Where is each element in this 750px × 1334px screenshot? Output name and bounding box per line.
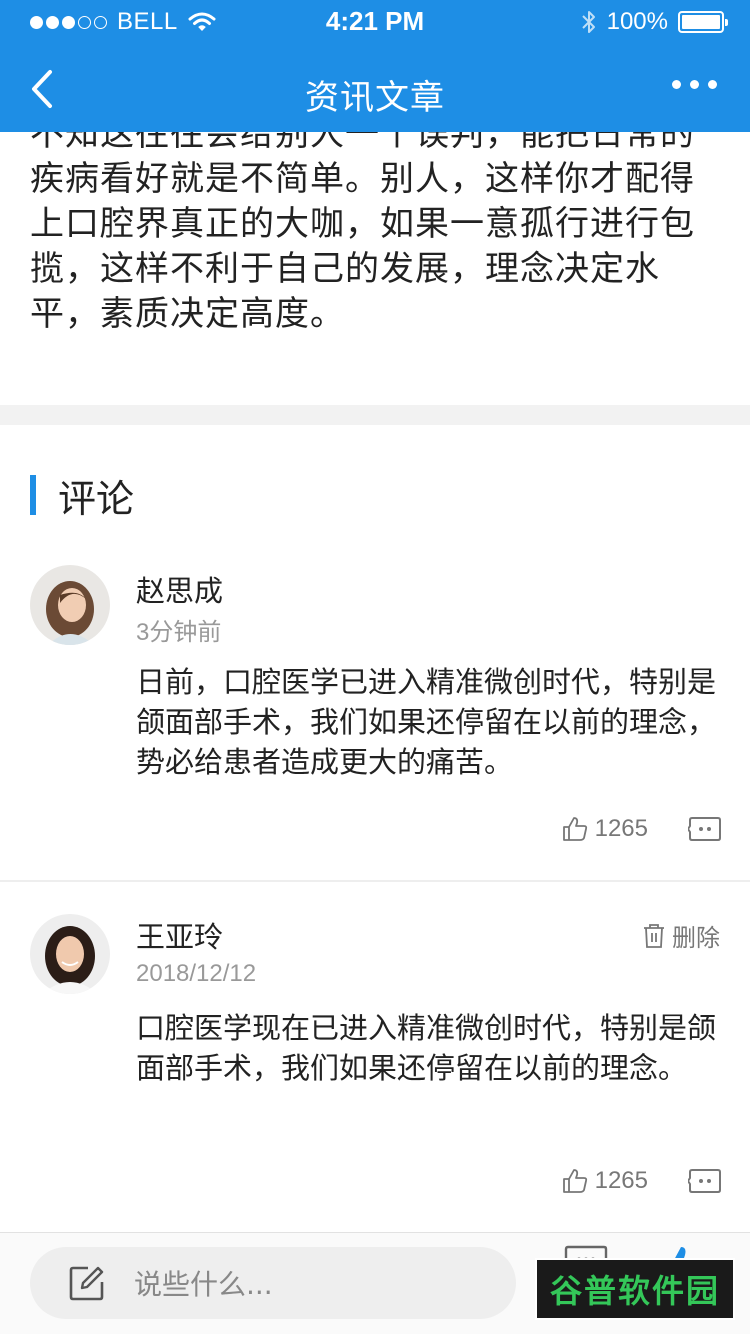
comment-text: 口腔医学现在已进入精准微创时代，特别是颌面部手术，我们如果还停留在以前的理念。 <box>136 1011 717 1085</box>
comment-input-placeholder: 说些什么... <box>134 1268 273 1301</box>
reply-icon[interactable] <box>688 816 722 842</box>
user-avatar-icon <box>30 914 110 994</box>
thumbs-up-icon <box>562 817 587 841</box>
comment-time: 3分钟前 <box>136 619 222 646</box>
user-avatar-icon <box>30 565 110 645</box>
like-button[interactable]: 1265 <box>561 815 688 843</box>
reply-icon[interactable] <box>688 1168 722 1194</box>
section-divider <box>0 405 750 425</box>
comment-input[interactable]: 说些什么... <box>30 1247 516 1319</box>
like-button[interactable]: 1265 <box>561 1167 688 1195</box>
nav-bar: 资讯文章 <box>0 44 750 132</box>
like-count: 1265 <box>594 1167 648 1194</box>
battery-percent: 100% <box>606 8 668 35</box>
comment-time: 2018/12/12 <box>136 960 257 987</box>
status-right: 100% <box>581 8 728 36</box>
comment-item: 赵思成 3分钟前 日前，口腔医学已进入精准微创时代，特别是颌面部手术，我们如果还… <box>0 560 750 882</box>
watermark-logo: 谷普软件园 <box>535 1258 735 1320</box>
comment-text: 日前，口腔医学已进入精准微创时代，特别是颌面部手术，我们如果还停留在以前的理念，… <box>136 665 717 779</box>
delete-label: 删除 <box>672 924 720 952</box>
comment-actions: 1265 <box>561 1167 722 1195</box>
comments-title: 评论 <box>58 476 135 521</box>
like-count: 1265 <box>594 815 648 842</box>
comments-header: 评论 <box>30 470 135 521</box>
comment-author[interactable]: 赵思成 <box>136 568 223 610</box>
section-accent-bar <box>30 475 36 515</box>
more-button[interactable] <box>672 72 722 96</box>
bluetooth-icon <box>581 11 595 33</box>
page-title: 资讯文章 <box>305 78 445 118</box>
avatar[interactable] <box>30 914 110 994</box>
comment-item: 王亚玲 2018/12/12 删除 口腔医学现在已进入精准微创时代，特别是颌面部… <box>0 884 750 1230</box>
thumbs-up-icon <box>562 1169 587 1193</box>
battery-icon <box>678 11 728 33</box>
status-bar: BELL 4:21 PM 100% <box>0 0 750 44</box>
trash-icon <box>644 923 664 948</box>
comment-author[interactable]: 王亚玲 <box>136 914 223 956</box>
edit-icon <box>69 1266 104 1301</box>
article-body: 不知这往往会给别人一个误判，能把日常的疾病看好就是不简单。别人，这样你才配得上口… <box>30 114 695 334</box>
delete-button[interactable]: 删除 <box>642 918 720 953</box>
avatar[interactable] <box>30 565 110 645</box>
app-header: BELL 4:21 PM 100% 资讯文章 <box>0 0 750 132</box>
comment-actions: 1265 <box>561 815 722 843</box>
more-dots-icon <box>672 79 681 89</box>
